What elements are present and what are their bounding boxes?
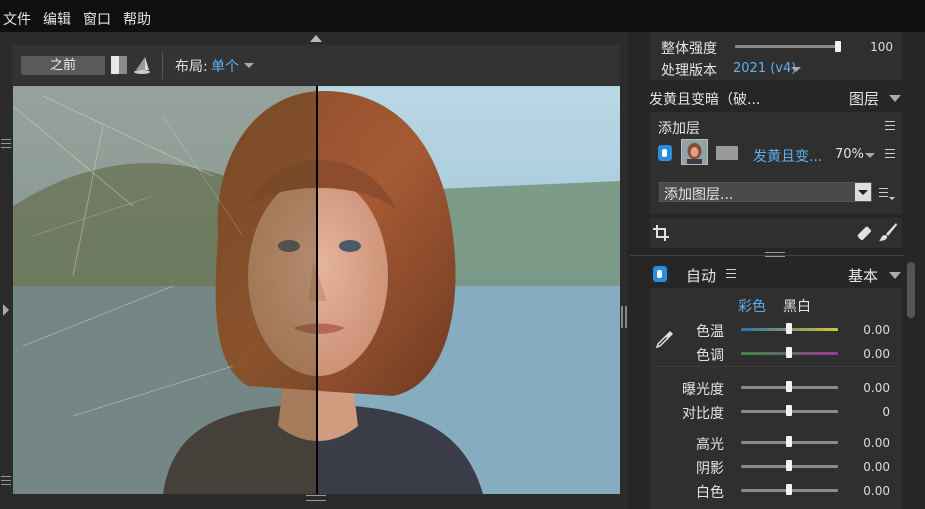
panel-resize-handle-icon[interactable] <box>765 252 785 261</box>
layer-thumbnail[interactable] <box>681 139 708 165</box>
add-layer-chevron-down-icon <box>858 190 868 195</box>
menu-bar: 文件 编辑 窗口 帮助 <box>0 0 925 32</box>
version-label: 处理版本 <box>661 63 717 79</box>
right-panel-scrollbar[interactable] <box>907 262 915 318</box>
canvas-toolbar: 之前 布局: 单个 <box>12 45 620 85</box>
eyedropper-icon[interactable] <box>656 330 674 348</box>
bw-tab[interactable]: 黑白 <box>783 296 811 316</box>
add-layer-header: 添加层 <box>658 121 700 137</box>
highlights-label: 高光 <box>696 437 724 453</box>
contrast-slider-thumb[interactable] <box>786 405 792 416</box>
layer-menu-icon[interactable] <box>885 149 895 158</box>
basic-section-toggle[interactable] <box>653 266 667 282</box>
layer-opacity[interactable]: 70% <box>835 147 864 162</box>
layout-dropdown[interactable]: 单个 <box>211 56 239 76</box>
add-layer-select-button[interactable] <box>855 183 871 201</box>
basic-section-label[interactable]: 基本 <box>848 265 878 286</box>
strength-value[interactable]: 100 <box>853 40 893 54</box>
bottom-panel-grip[interactable] <box>306 495 326 501</box>
layer-options-menu-icon[interactable] <box>879 185 895 201</box>
whites-slider-thumb[interactable] <box>786 484 792 495</box>
toolbar-separator <box>162 51 163 79</box>
version-dropdown[interactable]: 2021 (v4) <box>733 61 796 76</box>
collapse-top-arrow-icon[interactable] <box>310 35 322 42</box>
menu-help[interactable]: 帮助 <box>123 9 151 29</box>
layer-name[interactable]: 发黄且变... <box>753 146 822 166</box>
layout-label: 布局: <box>175 59 208 75</box>
basic-chevron-down-icon[interactable] <box>889 272 901 279</box>
basic-adjustments-box: 彩色 黑白 色温 0.00 色调 0.00 曝光度 0.00 对比度 0 高光 … <box>650 288 902 509</box>
eraser-icon[interactable] <box>854 223 874 243</box>
shadows-label: 阴影 <box>696 461 724 477</box>
panel-divider-grip[interactable] <box>621 306 627 328</box>
layers-menu-icon[interactable] <box>885 121 895 130</box>
left-panel-handle-icon[interactable] <box>1 139 11 148</box>
auto-menu-icon[interactable] <box>726 269 736 278</box>
version-chevron-down-icon[interactable] <box>791 67 801 72</box>
layer-opacity-chevron-icon[interactable] <box>865 153 875 158</box>
exposure-value[interactable]: 0.00 <box>850 381 890 395</box>
brush-icon[interactable] <box>878 222 898 242</box>
layers-box: 添加层 发黄且变... 70% 添加图层... <box>650 112 902 214</box>
menu-file[interactable]: 文件 <box>3 9 31 29</box>
strength-slider[interactable] <box>735 45 841 48</box>
contrast-value[interactable]: 0 <box>850 405 890 419</box>
crop-icon[interactable] <box>653 225 669 241</box>
add-layer-select-label: 添加图层... <box>664 187 734 203</box>
adjustments-separator <box>654 366 898 367</box>
whites-label: 白色 <box>696 485 724 501</box>
layout-chevron-down-icon[interactable] <box>244 63 254 68</box>
add-layer-select[interactable]: 添加图层... <box>659 182 872 203</box>
layers-chevron-down-icon[interactable] <box>889 95 901 102</box>
left-panel-handle-bottom-icon[interactable] <box>1 476 11 485</box>
tint-label: 色调 <box>696 348 724 364</box>
contrast-label: 对比度 <box>682 406 724 422</box>
highlights-value[interactable]: 0.00 <box>850 436 890 450</box>
temperature-label: 色温 <box>696 324 724 340</box>
compare-wipe-icon[interactable] <box>133 55 151 75</box>
tint-value[interactable]: 0.00 <box>850 347 890 361</box>
strength-label: 整体强度 <box>661 41 717 57</box>
photo-preview[interactable] <box>13 86 620 494</box>
auto-button[interactable]: 自动 <box>686 265 716 286</box>
menu-window[interactable]: 窗口 <box>83 9 111 29</box>
layer-visibility-toggle[interactable] <box>658 145 672 161</box>
temperature-value[interactable]: 0.00 <box>850 323 890 337</box>
exposure-label: 曝光度 <box>682 382 724 398</box>
layer-thumbnail-image <box>682 140 707 164</box>
split-view-icon[interactable] <box>111 56 127 74</box>
layers-section-label[interactable]: 图层 <box>849 88 879 109</box>
tint-slider-thumb[interactable] <box>786 347 792 358</box>
expand-left-arrow-icon[interactable] <box>3 304 9 316</box>
shadows-value[interactable]: 0.00 <box>850 460 890 474</box>
color-tab[interactable]: 彩色 <box>738 296 766 316</box>
tools-row <box>650 218 902 248</box>
portrait-photo <box>13 86 620 494</box>
menu-edit[interactable]: 编辑 <box>43 9 71 29</box>
preset-settings-box: 整体强度 100 处理版本 2021 (v4) <box>650 32 902 80</box>
strength-slider-thumb[interactable] <box>835 41 841 52</box>
shadows-slider-thumb[interactable] <box>786 460 792 471</box>
before-button[interactable]: 之前 <box>21 56 105 75</box>
preset-title: 发黄且变暗（破... <box>649 92 761 108</box>
layer-mask-thumbnail[interactable] <box>716 146 738 160</box>
exposure-slider-thumb[interactable] <box>786 381 792 392</box>
highlights-slider-thumb[interactable] <box>786 436 792 447</box>
temperature-slider-thumb[interactable] <box>786 323 792 334</box>
whites-value[interactable]: 0.00 <box>850 484 890 498</box>
